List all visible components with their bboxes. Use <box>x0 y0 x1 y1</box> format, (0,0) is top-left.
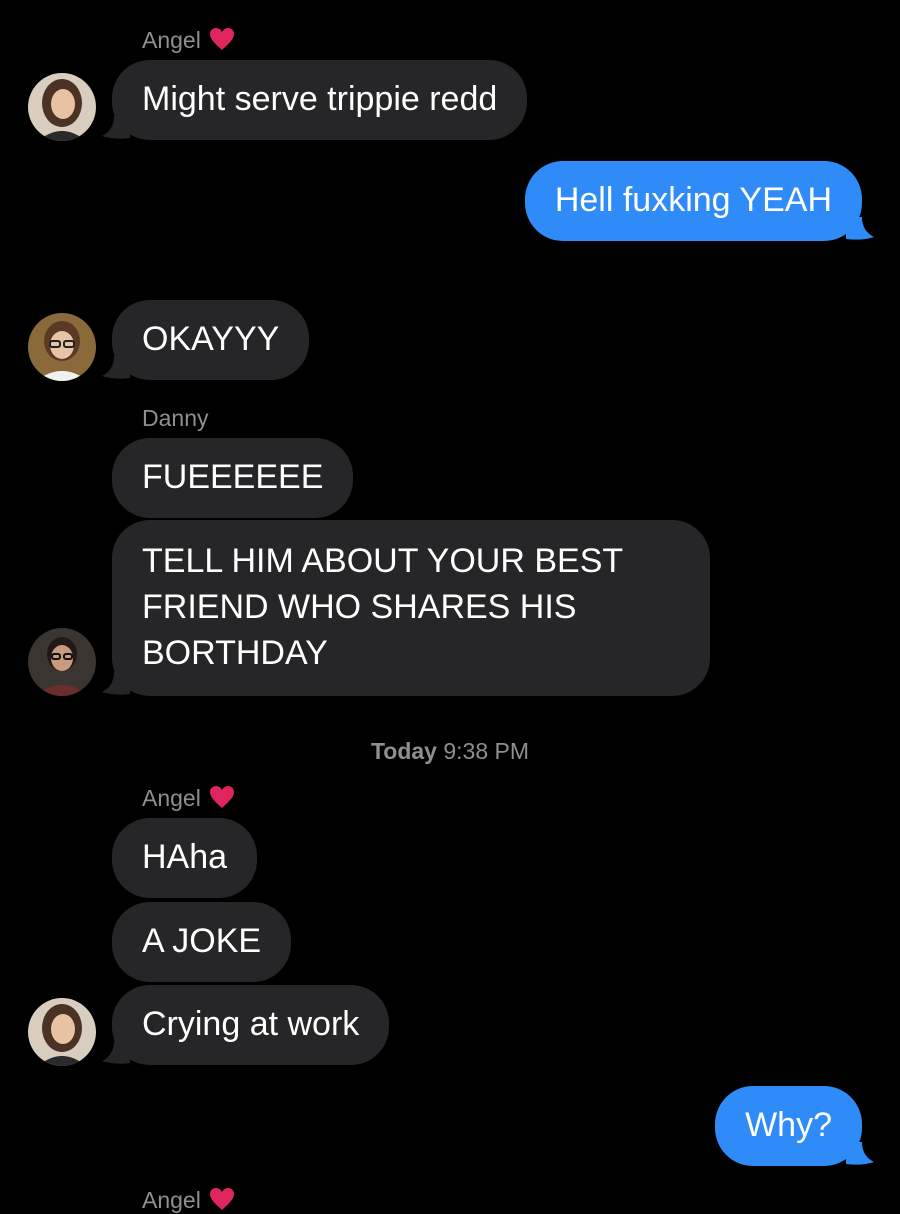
avatar-danny[interactable] <box>28 628 96 696</box>
bubble-tail <box>102 672 130 695</box>
avatar-angel[interactable] <box>28 73 96 141</box>
sender-name-label: Angel <box>142 785 201 811</box>
bubble-tail <box>102 1041 130 1064</box>
incoming-message-bubble[interactable]: A JOKE <box>112 902 292 982</box>
avatar-danny-image <box>28 628 96 696</box>
avatar-angel-image <box>28 73 96 141</box>
timestamp-day: Today <box>370 738 437 764</box>
cut-off-text-fragment <box>418 0 432 6</box>
sender-name-label: Angel <box>142 1187 201 1213</box>
bubble-tail <box>846 1142 874 1165</box>
message-text-line: TELL HIM ABOUT YOUR BEST <box>142 542 624 580</box>
incoming-message-bubble[interactable]: Crying at work <box>112 985 390 1065</box>
bubble-tail <box>102 116 130 139</box>
message-text: OKAYYY <box>142 320 280 358</box>
incoming-message-bubble[interactable]: TELL HIM ABOUT YOUR BEST FRIEND WHO SHAR… <box>112 520 710 696</box>
message-text-line: FRIEND WHO SHARES HIS <box>142 588 577 626</box>
message-text: Hell fuxking YEAH <box>554 181 832 219</box>
bubble-tail <box>102 356 130 379</box>
message-text: Crying at work <box>142 1005 360 1043</box>
incoming-message-bubble[interactable]: Might serve trippie redd <box>112 60 528 140</box>
message-timestamp: Today 9:38 PM <box>0 736 900 766</box>
sender-name-angel: Angel <box>142 26 235 54</box>
avatar-member-image <box>28 313 96 381</box>
outgoing-message-bubble[interactable]: Hell fuxking YEAH <box>524 161 862 241</box>
bubble-tail <box>846 217 874 240</box>
sender-name-angel: Angel <box>142 784 235 812</box>
incoming-message-bubble[interactable]: HAha <box>112 818 258 898</box>
message-text: HAha <box>142 838 228 876</box>
sender-name-label: Danny <box>142 405 209 431</box>
red-heart-icon <box>209 786 234 808</box>
red-heart-icon <box>209 28 234 50</box>
sender-name-angel-partial: Angel <box>142 1186 235 1214</box>
message-text: A JOKE <box>142 922 262 960</box>
message-text: Why? <box>745 1106 832 1144</box>
avatar-group-member[interactable] <box>28 313 96 381</box>
avatar-angel-image <box>28 998 96 1066</box>
timestamp-time: 9:38 PM <box>443 738 530 764</box>
message-text-line: BORTHDAY <box>142 634 328 672</box>
sender-name-label: Angel <box>142 27 201 53</box>
incoming-message-bubble[interactable]: FUEEEEEE <box>112 438 354 518</box>
red-heart-icon <box>209 1188 234 1210</box>
outgoing-message-bubble[interactable]: Why? <box>715 1086 862 1166</box>
incoming-message-bubble[interactable]: OKAYYY <box>112 300 310 380</box>
message-text: Might serve trippie redd <box>142 80 498 118</box>
message-text: FUEEEEEE <box>142 458 324 496</box>
sender-name-danny: Danny <box>142 404 208 432</box>
avatar-angel[interactable] <box>28 998 96 1066</box>
